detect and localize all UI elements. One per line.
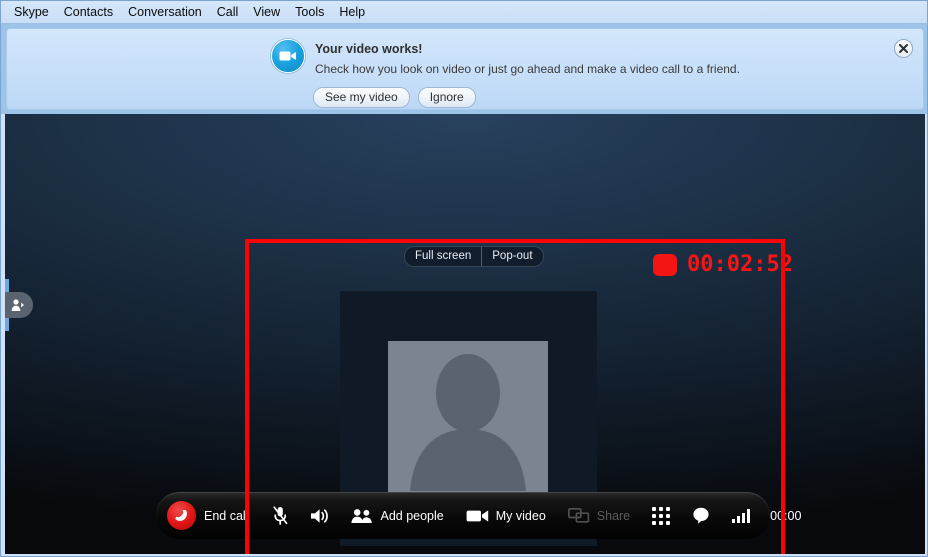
popout-button[interactable]: Pop-out xyxy=(482,247,542,266)
call-toolbar: End call Add people My video Share 00:00 xyxy=(156,492,801,539)
person-expand-icon xyxy=(11,299,24,311)
call-quality-button[interactable] xyxy=(721,492,761,539)
speaker-button[interactable] xyxy=(299,492,340,539)
menu-item-conversation[interactable]: Conversation xyxy=(121,3,209,22)
dialpad-button[interactable] xyxy=(641,492,681,539)
menu-item-help[interactable]: Help xyxy=(332,3,372,22)
end-call-button[interactable]: End call xyxy=(156,492,262,539)
microphone-muted-icon xyxy=(273,506,288,525)
mute-microphone-button[interactable] xyxy=(262,492,299,539)
contacts-panel-toggle[interactable] xyxy=(5,292,33,318)
end-call-label: End call xyxy=(204,508,249,523)
people-group-icon xyxy=(351,508,373,523)
speaker-icon xyxy=(311,508,329,523)
avatar xyxy=(388,341,548,496)
see-my-video-button[interactable]: See my video xyxy=(313,87,410,108)
share-label: Share xyxy=(596,508,631,523)
video-call-stage: Full screen Pop-out 00:02:52 Philipp Sch… xyxy=(5,114,925,554)
screen-share-icon xyxy=(567,508,590,523)
skype-call-window: Skype Contacts Conversation Call View To… xyxy=(0,0,928,557)
add-people-label: Add people xyxy=(380,508,444,523)
ignore-button[interactable]: Ignore xyxy=(417,87,476,108)
signal-bars-icon xyxy=(732,508,751,523)
notification-title: Your video works! xyxy=(315,42,423,56)
close-icon[interactable] xyxy=(894,39,913,58)
my-video-button[interactable]: My video xyxy=(455,492,557,539)
share-screen-button: Share xyxy=(557,492,641,539)
menu-item-view[interactable]: View xyxy=(246,3,287,22)
chat-bubble-icon xyxy=(693,507,709,524)
hangup-phone-icon xyxy=(167,501,196,530)
record-stop-icon[interactable] xyxy=(653,254,677,276)
video-camera-icon xyxy=(271,39,305,73)
notification-actions: See my video Ignore xyxy=(313,87,476,108)
call-duration: 00:00 xyxy=(770,508,802,523)
dialpad-icon xyxy=(652,506,671,525)
menu-item-tools[interactable]: Tools xyxy=(288,3,331,22)
menu-item-contacts[interactable]: Contacts xyxy=(57,3,120,22)
recording-elapsed-time: 00:02:52 xyxy=(687,252,793,277)
video-works-notification: Your video works! Check how you look on … xyxy=(6,28,924,110)
notification-strip: Your video works! Check how you look on … xyxy=(1,24,927,114)
notification-subtitle: Check how you look on video or just go a… xyxy=(315,62,740,76)
recording-indicator: 00:02:52 xyxy=(653,254,793,276)
my-video-label: My video xyxy=(495,508,546,523)
menu-bar: Skype Contacts Conversation Call View To… xyxy=(1,1,927,24)
menu-item-call[interactable]: Call xyxy=(210,3,246,22)
chat-button[interactable] xyxy=(681,492,721,539)
add-people-button[interactable]: Add people xyxy=(340,492,454,539)
fullscreen-button[interactable]: Full screen xyxy=(405,247,481,266)
person-silhouette-avatar xyxy=(410,354,526,491)
menu-item-skype[interactable]: Skype xyxy=(7,3,56,22)
view-controls: Full screen Pop-out xyxy=(404,246,544,267)
camcorder-icon xyxy=(466,509,488,522)
